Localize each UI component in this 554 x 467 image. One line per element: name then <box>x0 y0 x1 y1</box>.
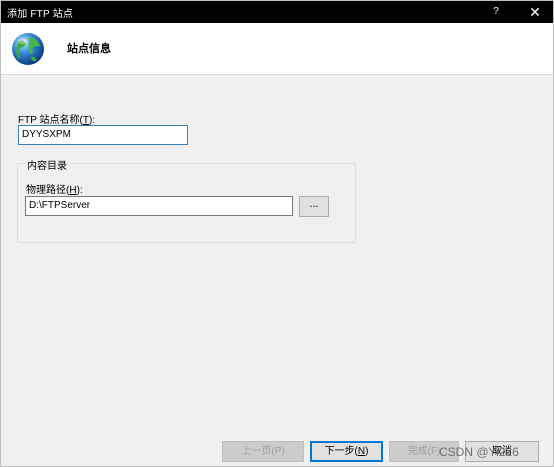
page-title: 站点信息 <box>67 43 111 55</box>
window-title: 添加 FTP 站点 <box>7 9 74 20</box>
watermark: CSDN @Yi226 <box>439 445 519 459</box>
globe-icon <box>12 33 44 65</box>
site-name-label: FTP 站点名称(T): <box>18 115 96 126</box>
next-button[interactable]: 下一步(N) <box>310 441 383 462</box>
physical-path-label: 物理路径(H): <box>26 185 83 196</box>
wizard-header: 站点信息 <box>1 23 553 75</box>
close-button[interactable]: ✕ <box>518 1 552 23</box>
browse-button[interactable]: ... <box>299 196 329 217</box>
title-bar[interactable]: 添加 FTP 站点 ? ✕ <box>1 1 553 23</box>
content-directory-label: 内容目录 <box>25 157 69 172</box>
site-name-input[interactable]: DYYSXPM <box>18 125 188 145</box>
add-ftp-site-dialog: 添加 FTP 站点 ? ✕ 站点信息 FTP 站点名称(T): DYYSXPM … <box>0 0 554 467</box>
physical-path-input[interactable]: D:\FTPServer <box>25 196 293 216</box>
help-button[interactable]: ? <box>479 1 513 23</box>
previous-button[interactable]: 上一页(P) <box>222 441 304 462</box>
